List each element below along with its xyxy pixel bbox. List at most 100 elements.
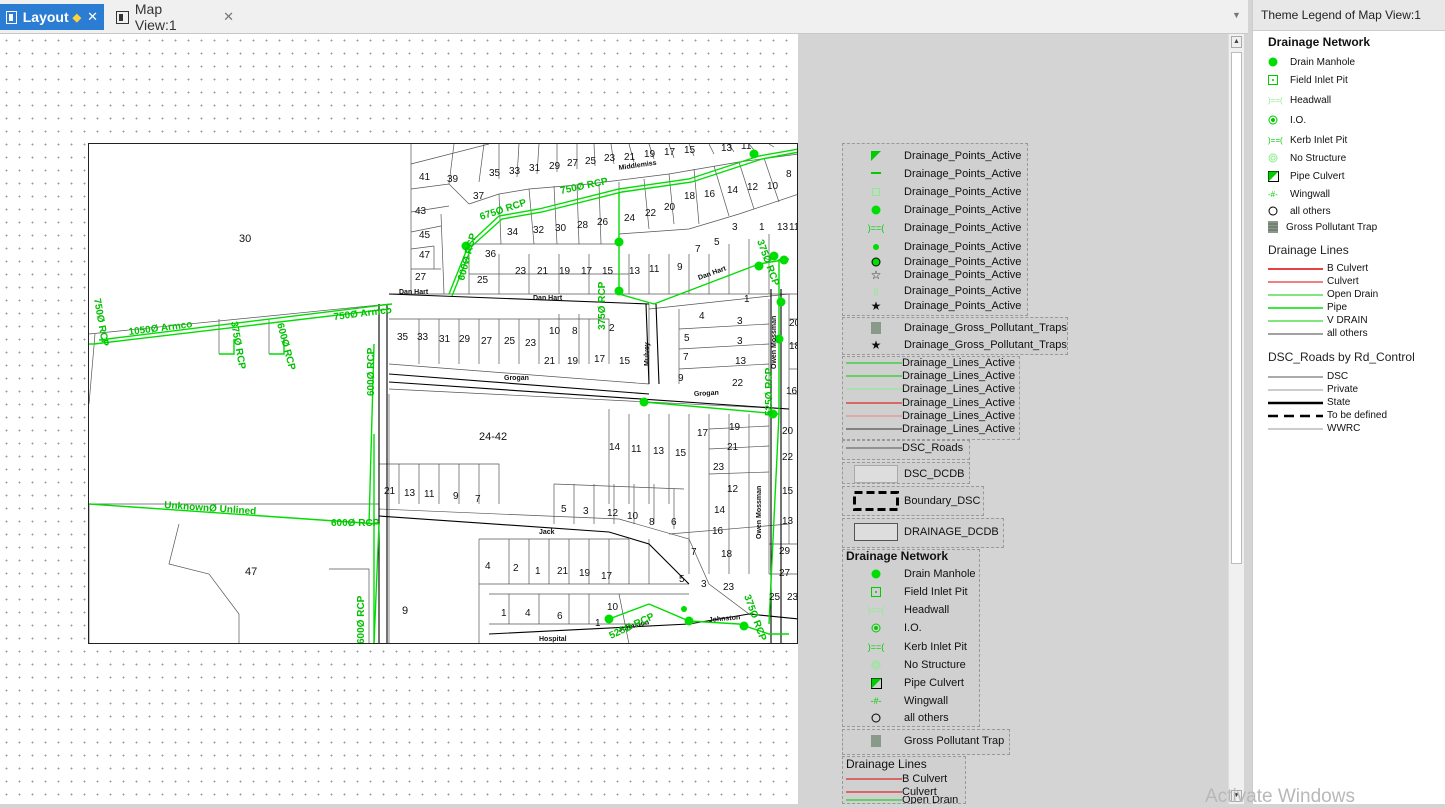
road-label: Grogan	[504, 375, 529, 382]
lot-number: 19	[644, 149, 656, 160]
lot-label: 9	[402, 605, 408, 617]
tab-map-view[interactable]: Map View:1 ✕	[110, 1, 240, 33]
lot-number: 4	[699, 311, 705, 322]
lot-number: 41	[419, 172, 431, 183]
lot-number: 20	[782, 426, 794, 437]
legend-item-points: Drainage_Points_Active	[848, 183, 1021, 201]
pipe-labels: 1050Ø Armco 750Ø Armco 750Ø RCP 375Ø RCP…	[91, 176, 781, 643]
legend-item-points: )==(Drainage_Points_Active	[867, 222, 1022, 234]
tab-bar: Layout ◆ ✕ Map View:1 ✕ ▼	[0, 0, 1248, 34]
theme-legend-item: Field Inlet Pit	[1253, 71, 1445, 89]
chevron-down-icon[interactable]: ▼	[1232, 10, 1241, 20]
lot-number: 19	[729, 422, 741, 433]
lot-number: 23	[723, 582, 735, 593]
lot-number: 29	[459, 334, 471, 345]
legend-item-trap: ★ Drainage_Gross_Pollutant_Traps	[870, 338, 1067, 352]
lot-number: 13	[782, 516, 794, 527]
close-icon[interactable]: ✕	[223, 9, 234, 25]
lot-number: 8	[572, 326, 578, 337]
road-label: Jack	[539, 529, 555, 536]
lot-number: 15	[782, 486, 794, 497]
lot-number: 3	[732, 222, 738, 233]
lot-number: 3	[737, 316, 743, 327]
lot-number: 20	[664, 202, 676, 213]
lot-number: 21	[557, 566, 569, 577]
lot-number: 13	[777, 222, 789, 233]
theme-legend-network-title: Drainage Network	[1268, 35, 1371, 49]
lot-number: 33	[417, 332, 429, 343]
lot-number: 29	[779, 546, 791, 557]
theme-legend-line-item: Pipe	[1268, 302, 1348, 313]
lot-number: 19	[579, 568, 591, 579]
layout-legend[interactable]: Drainage_Points_Active Drainage_Points_A…	[840, 140, 1070, 804]
theme-legend-road-item: DSC	[1268, 371, 1349, 382]
lot-number: 10	[627, 511, 639, 522]
lot-number: 22	[732, 378, 744, 389]
lot-number: 15	[619, 356, 631, 367]
theme-legend-item: I.O.	[1253, 111, 1445, 129]
lot-number: 18	[721, 549, 733, 560]
legend-item-points: Drainage_Points_Active	[848, 147, 1021, 165]
lot-number: 25	[585, 156, 597, 167]
legend-item-points: Drainage_Points_Active	[848, 201, 1021, 219]
lot-number: 12	[747, 182, 759, 193]
lot-number: 7	[695, 244, 701, 255]
legend-item-trap: Drainage_Gross_Pollutant_Traps	[848, 319, 1067, 337]
lot-number: 5	[714, 237, 720, 248]
road-label: Grogan	[694, 390, 719, 398]
map-svg: 30 24-42 47 9 41 39 3735 33 31 29 27 25 23 2…	[89, 144, 798, 643]
pipe-label: 750Ø Armco	[333, 305, 392, 323]
lot-number: 3	[583, 506, 589, 517]
lot-number: 34	[507, 227, 519, 238]
lot-number: 31	[439, 334, 451, 345]
legend-item-drainage-dcdb: DRAINAGE_DCDB	[848, 523, 999, 541]
theme-legend-item: )==(Headwall	[1268, 94, 1332, 106]
lot-number: 47	[419, 250, 431, 261]
theme-legend-road-item: To be defined	[1268, 410, 1388, 421]
close-icon[interactable]: ✕	[87, 9, 98, 25]
lot-number: 25	[769, 592, 781, 603]
road-label: Owen Mossman	[771, 316, 778, 369]
theme-legend-line-item: Open Drain	[1268, 289, 1379, 300]
road-label: Mulvey	[644, 342, 651, 366]
pipe-label: UnknownØ Unlined	[164, 500, 257, 517]
lot-number: 23	[787, 592, 798, 603]
theme-legend-title: Theme Legend of Map View:1	[1253, 0, 1445, 31]
legend-item-network: Drain Manhole	[848, 565, 976, 583]
theme-legend-road-item: WWRC	[1268, 423, 1361, 434]
legend-item-network: I.O.	[848, 619, 922, 637]
scroll-up-icon[interactable]: ▲	[1231, 36, 1242, 48]
lot-number: 1	[759, 222, 765, 233]
lot-number: 4	[525, 608, 531, 619]
lot-number: 13	[653, 446, 665, 457]
scroll-thumb[interactable]	[1231, 52, 1242, 564]
pipe-label: 1050Ø Armco	[128, 319, 193, 338]
road-label: Johnston	[709, 614, 741, 624]
lot-number: 37	[473, 191, 485, 202]
theme-legend-line-item: V DRAIN	[1268, 315, 1368, 326]
legend-item-network: Pipe Culvert	[848, 674, 964, 692]
legend-item-points: Drainage_Points_Active	[871, 168, 1022, 180]
map-view-icon	[116, 10, 129, 24]
lot-number: 7	[691, 547, 697, 558]
lot-number: 10	[549, 326, 561, 337]
theme-legend-road-item: State	[1268, 397, 1351, 408]
map-frame[interactable]: 30 24-42 47 9 41 39 37 35 33 31 29 27 25 23 2…	[88, 143, 798, 644]
vertical-scrollbar[interactable]: ▲ ▼	[1228, 34, 1244, 804]
theme-legend-line-item: all others	[1268, 328, 1368, 339]
lot-number: 17	[594, 354, 606, 365]
lot-number: 11	[741, 144, 752, 152]
lot-label: 47	[245, 566, 257, 578]
lot-labels: 30 24-42 47 9	[239, 233, 507, 617]
cadastre	[89, 144, 797, 643]
lot-number: 12	[727, 484, 739, 495]
legend-item-roads: DSC_Roads	[846, 442, 964, 454]
lot-number: 39	[447, 174, 459, 185]
pipe-label: 600Ø RCP	[366, 347, 377, 396]
lot-number: 3	[701, 579, 707, 590]
tab-layout[interactable]: Layout ◆ ✕	[0, 4, 104, 30]
lot-number: 27	[481, 336, 493, 347]
lot-number: 43	[415, 206, 427, 217]
theme-legend-road-item: Private	[1268, 384, 1359, 395]
legend-item-boundary: Boundary_DSC	[848, 491, 980, 511]
